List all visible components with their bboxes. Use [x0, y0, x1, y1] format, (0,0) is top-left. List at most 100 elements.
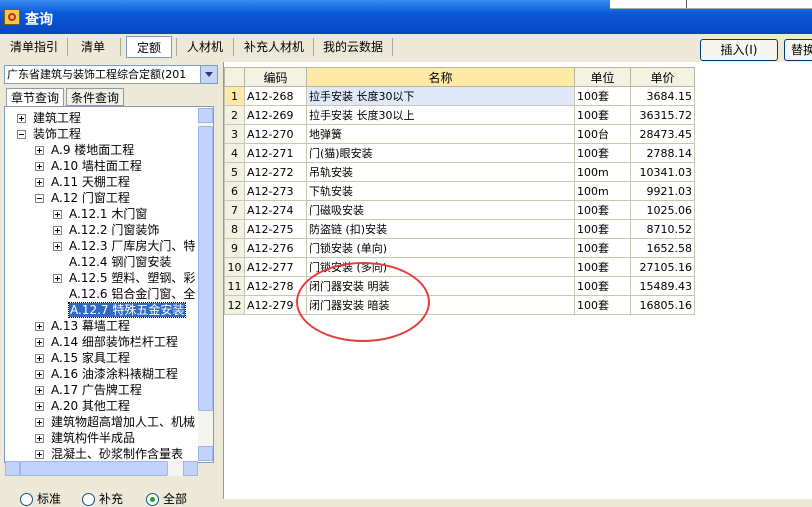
expand-icon[interactable] — [53, 274, 62, 283]
quota-library-select[interactable]: 广东省建筑与装饰工程综合定额(201 — [4, 65, 218, 84]
expand-icon[interactable] — [35, 322, 44, 331]
cell-code[interactable]: A12-275 — [244, 219, 307, 239]
tree-node[interactable]: A.13 幕墙工程 — [51, 318, 130, 334]
cell-unit[interactable]: 100套 — [574, 295, 631, 315]
cell-unit[interactable]: 100套 — [574, 200, 631, 220]
row-number[interactable]: 12 — [224, 295, 245, 315]
cell-code[interactable]: A12-279 — [244, 295, 307, 315]
cell-unit[interactable]: 100套 — [574, 257, 631, 277]
tree-node[interactable]: A.12.7 特殊五金安装 — [67, 302, 187, 318]
tree-node[interactable]: A.12.2 门窗装饰 — [69, 222, 159, 238]
row-number[interactable]: 9 — [224, 238, 245, 258]
cell-unit[interactable]: 100m — [574, 162, 631, 182]
cell-code[interactable]: A12-277 — [244, 257, 307, 277]
cell-code[interactable]: A12-278 — [244, 276, 307, 296]
table-row[interactable]: 8 A12-275 防盗链 (扣)安装 100套 8710.52 — [224, 219, 695, 239]
expand-icon[interactable] — [35, 354, 44, 363]
tab-supplement-lmm[interactable]: 补充人材机 — [238, 36, 310, 58]
expand-icon[interactable] — [35, 178, 44, 187]
tree-node[interactable]: A.12.6 铝合金门窗、全 — [69, 286, 195, 302]
cell-unit[interactable]: 100套 — [574, 86, 631, 106]
expand-icon[interactable] — [35, 402, 44, 411]
cell-name[interactable]: 门磁吸安装 — [306, 200, 575, 220]
tree-node[interactable]: A.12 门窗工程 — [51, 190, 130, 206]
row-number[interactable]: 8 — [224, 219, 245, 239]
tree-node[interactable]: 建筑构件半成品 — [51, 430, 135, 446]
expand-icon[interactable] — [17, 114, 26, 123]
cell-price[interactable]: 28473.45 — [630, 124, 695, 144]
cell-code[interactable]: A12-273 — [244, 181, 307, 201]
tree-node[interactable]: A.12.3 厂库房大门、特 — [69, 238, 195, 254]
replace-button[interactable]: 替换 — [784, 39, 812, 61]
expand-icon[interactable] — [35, 370, 44, 379]
col-header-unit[interactable]: 单位 — [574, 67, 631, 87]
row-number[interactable]: 6 — [224, 181, 245, 201]
collapse-icon[interactable] — [35, 194, 44, 203]
scroll-left-icon[interactable] — [5, 461, 20, 476]
table-row[interactable]: 2 A12-269 拉手安装 长度30以上 100套 36315.72 — [224, 105, 695, 125]
table-row[interactable]: 11 A12-278 闭门器安装 明装 100套 15489.43 — [224, 276, 695, 296]
tab-bill-guide[interactable]: 清单指引 — [4, 36, 64, 58]
dropdown-arrow-icon[interactable] — [200, 66, 217, 83]
scroll-up-icon[interactable] — [198, 108, 213, 123]
collapse-icon[interactable] — [17, 130, 26, 139]
row-number[interactable]: 3 — [224, 124, 245, 144]
tab-bill[interactable]: 清单 — [70, 36, 116, 58]
cell-name[interactable]: 拉手安装 长度30以上 — [306, 105, 575, 125]
table-row[interactable]: 12 A12-279 闭门器安装 暗装 100套 16805.16 — [224, 295, 695, 315]
radio-circle[interactable] — [82, 493, 95, 506]
cell-price[interactable]: 1652.58 — [630, 238, 695, 258]
cell-price[interactable]: 3684.15 — [630, 86, 695, 106]
col-header-price[interactable]: 单价 — [630, 67, 695, 87]
cell-code[interactable]: A12-274 — [244, 200, 307, 220]
cell-name[interactable]: 门(猫)眼安装 — [306, 143, 575, 163]
tab-my-cloud-data[interactable]: 我的云数据 — [318, 36, 388, 58]
cell-unit[interactable]: 100套 — [574, 219, 631, 239]
tree-node[interactable]: A.12.4 钢门窗安装 — [69, 254, 171, 270]
scroll-down-icon[interactable] — [198, 446, 213, 461]
cell-name[interactable]: 闭门器安装 暗装 — [306, 295, 575, 315]
tree-node[interactable]: A.17 广告牌工程 — [51, 382, 142, 398]
cell-price[interactable]: 9921.03 — [630, 181, 695, 201]
subtab-condition-query[interactable]: 条件查询 — [66, 88, 124, 106]
col-header-code[interactable]: 编码 — [244, 67, 307, 87]
expand-icon[interactable] — [53, 242, 62, 251]
cell-unit[interactable]: 100套 — [574, 276, 631, 296]
row-number[interactable]: 5 — [224, 162, 245, 182]
cell-name[interactable]: 闭门器安装 明装 — [306, 276, 575, 296]
table-row[interactable]: 3 A12-270 地弹簧 100台 28473.45 — [224, 124, 695, 144]
tree-node[interactable]: 装饰工程 — [33, 126, 81, 142]
cell-price[interactable]: 16805.16 — [630, 295, 695, 315]
expand-icon[interactable] — [35, 162, 44, 171]
table-row[interactable]: 10 A12-277 门锁安装 (多向) 100套 27105.16 — [224, 257, 695, 277]
tree-node[interactable]: A.9 楼地面工程 — [51, 142, 134, 158]
tree-horizontal-scrollbar[interactable] — [5, 461, 198, 476]
cell-name[interactable]: 下轨安装 — [306, 181, 575, 201]
cell-unit[interactable]: 100套 — [574, 105, 631, 125]
cell-name[interactable]: 门锁安装 (单向) — [306, 238, 575, 258]
col-header-name[interactable]: 名称 — [306, 67, 575, 87]
row-number[interactable]: 10 — [224, 257, 245, 277]
cell-price[interactable]: 10341.03 — [630, 162, 695, 182]
cell-name[interactable]: 防盗链 (扣)安装 — [306, 219, 575, 239]
cell-name[interactable]: 吊轨安装 — [306, 162, 575, 182]
table-row[interactable]: 9 A12-276 门锁安装 (单向) 100套 1652.58 — [224, 238, 695, 258]
table-row[interactable]: 5 A12-272 吊轨安装 100m 10341.03 — [224, 162, 695, 182]
cell-unit[interactable]: 100套 — [574, 238, 631, 258]
cell-code[interactable]: A12-276 — [244, 238, 307, 258]
tree-node[interactable]: A.10 墙柱面工程 — [51, 158, 142, 174]
expand-icon[interactable] — [53, 226, 62, 235]
cell-price[interactable]: 15489.43 — [630, 276, 695, 296]
tree-node[interactable]: 混凝土、砂浆制作含量表 — [51, 446, 183, 462]
tree-node[interactable]: A.12.1 木门窗 — [69, 206, 147, 222]
radio-circle[interactable] — [20, 493, 33, 506]
tree-node[interactable]: A.11 天棚工程 — [51, 174, 130, 190]
row-number[interactable]: 1 — [224, 86, 245, 106]
cell-price[interactable]: 1025.06 — [630, 200, 695, 220]
table-row[interactable]: 1 A12-268 拉手安装 长度30以下 100套 3684.15 — [224, 86, 695, 106]
row-number[interactable]: 4 — [224, 143, 245, 163]
tree-node[interactable]: A.16 油漆涂料裱糊工程 — [51, 366, 178, 382]
cell-unit[interactable]: 100m — [574, 181, 631, 201]
cell-price[interactable]: 36315.72 — [630, 105, 695, 125]
subtab-chapter-query[interactable]: 章节查询 — [6, 88, 64, 106]
